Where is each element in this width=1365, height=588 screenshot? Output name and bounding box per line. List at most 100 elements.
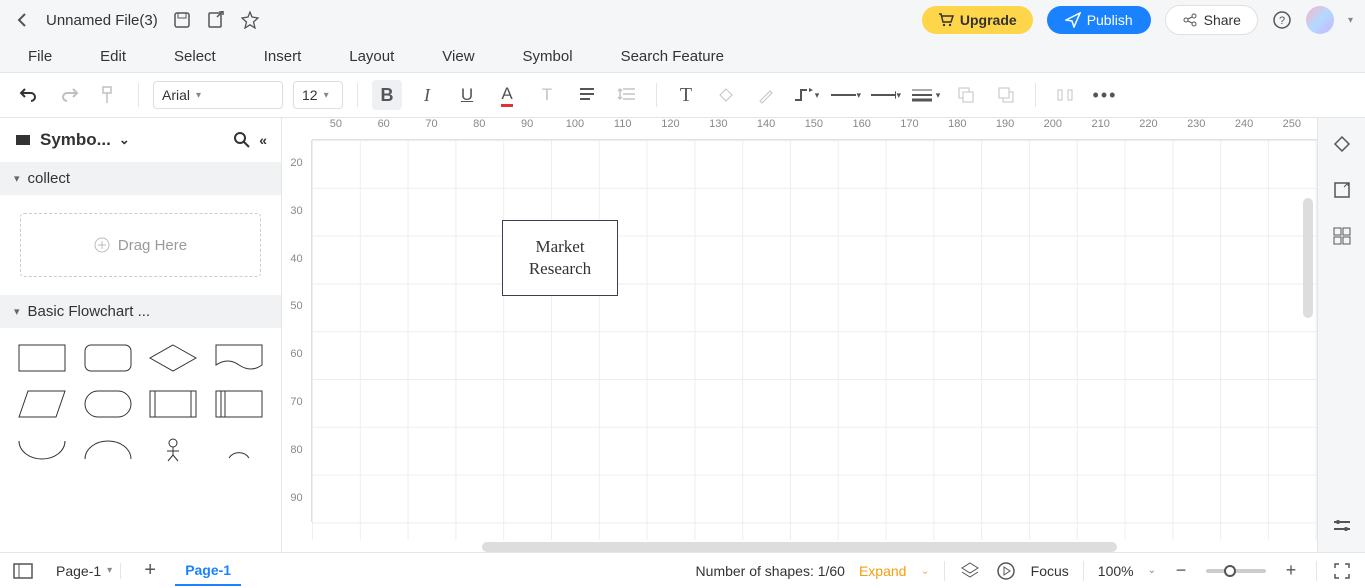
- horizontal-scrollbar[interactable]: [482, 542, 1117, 552]
- expand-caret-icon[interactable]: ⌄: [920, 564, 929, 577]
- shape-document[interactable]: [211, 340, 267, 376]
- connector-button[interactable]: ▾: [791, 80, 821, 110]
- sidebar-title: Symbo...: [40, 130, 111, 150]
- bold-button[interactable]: B: [372, 80, 402, 110]
- shape-parallelogram[interactable]: [14, 386, 70, 422]
- text-tool-button[interactable]: T: [671, 80, 701, 110]
- drag-here-zone[interactable]: Drag Here: [20, 213, 261, 277]
- user-avatar[interactable]: [1306, 6, 1334, 34]
- menu-layout[interactable]: Layout: [349, 48, 394, 65]
- menu-select[interactable]: Select: [174, 48, 216, 65]
- shape-ellipse-half[interactable]: [14, 432, 70, 468]
- canvas-shape-market-research[interactable]: Market Research: [502, 220, 618, 296]
- align-button[interactable]: [572, 80, 602, 110]
- canvas[interactable]: Market Research: [312, 140, 1317, 540]
- shape-rect[interactable]: [14, 340, 70, 376]
- distribute-button[interactable]: [1050, 80, 1080, 110]
- format-painter-button[interactable]: [94, 80, 124, 110]
- zoom-slider[interactable]: [1206, 569, 1266, 573]
- redo-button[interactable]: [54, 80, 84, 110]
- shape-rounded-rect[interactable]: [80, 340, 136, 376]
- shape-pill[interactable]: [80, 386, 136, 422]
- arrow-style-button[interactable]: ▾: [871, 80, 901, 110]
- ruler-tick: 220: [1125, 118, 1173, 139]
- undo-button[interactable]: [14, 80, 44, 110]
- chevron-down-icon: ▾: [107, 565, 112, 576]
- fill-panel-icon[interactable]: [1330, 132, 1354, 156]
- zoom-value[interactable]: 100%: [1098, 563, 1134, 579]
- vertical-scrollbar[interactable]: [1303, 198, 1313, 318]
- menu-file[interactable]: File: [28, 48, 52, 65]
- menu-search-feature[interactable]: Search Feature: [621, 48, 724, 65]
- plus-icon: [94, 237, 110, 253]
- ruler-tick: 140: [742, 118, 790, 139]
- grid-panel-icon[interactable]: [1330, 224, 1354, 248]
- pen-button[interactable]: [751, 80, 781, 110]
- ruler-tick: 250: [1268, 118, 1316, 139]
- chevron-down-icon: ▾: [14, 172, 20, 185]
- chevron-down-icon: ▾: [14, 305, 20, 318]
- layers-icon[interactable]: [959, 560, 981, 582]
- zoom-caret-icon[interactable]: ⌄: [1148, 565, 1156, 576]
- page-tab-1[interactable]: Page-1: [175, 556, 241, 586]
- export-panel-icon[interactable]: [1330, 178, 1354, 202]
- back-button[interactable]: [12, 10, 32, 30]
- front-button[interactable]: [951, 80, 981, 110]
- menu-insert[interactable]: Insert: [264, 48, 302, 65]
- font-color-button[interactable]: A: [492, 80, 522, 110]
- shape-predefined[interactable]: [146, 386, 202, 422]
- strikethrough-button[interactable]: T: [532, 80, 562, 110]
- help-icon[interactable]: ?: [1272, 10, 1292, 30]
- presentation-icon[interactable]: [995, 560, 1017, 582]
- expand-button[interactable]: Expand: [859, 563, 906, 579]
- search-icon[interactable]: [233, 131, 251, 149]
- publish-button[interactable]: Publish: [1047, 6, 1151, 34]
- vertical-ruler: 2030405060708090: [282, 140, 312, 522]
- ruler-tick: 80: [455, 118, 503, 139]
- star-icon[interactable]: [240, 10, 260, 30]
- pages-panel-icon[interactable]: [12, 560, 34, 582]
- ruler-tick: 50: [312, 118, 360, 139]
- zoom-out-button[interactable]: −: [1170, 560, 1192, 582]
- shape-circle-partial[interactable]: [211, 432, 267, 468]
- shape-ellipse-half2[interactable]: [80, 432, 136, 468]
- ruler-tick: 160: [838, 118, 886, 139]
- line-weight-button[interactable]: ▾: [911, 80, 941, 110]
- line-style-button[interactable]: ▾: [831, 80, 861, 110]
- ruler-tick: 40: [282, 236, 311, 284]
- back-button-z[interactable]: [991, 80, 1021, 110]
- more-button[interactable]: •••: [1090, 80, 1120, 110]
- line-spacing-button[interactable]: [612, 80, 642, 110]
- italic-button[interactable]: I: [412, 80, 442, 110]
- share-button[interactable]: Share: [1165, 5, 1258, 35]
- shape-actor[interactable]: [146, 432, 202, 468]
- settings-panel-icon[interactable]: [1330, 514, 1354, 538]
- zoom-in-button[interactable]: +: [1280, 560, 1302, 582]
- underline-button[interactable]: U: [452, 80, 482, 110]
- shape-diamond[interactable]: [146, 340, 202, 376]
- avatar-caret-icon[interactable]: ▾: [1348, 15, 1353, 26]
- share-label: Share: [1204, 12, 1241, 28]
- fill-button[interactable]: [711, 80, 741, 110]
- ruler-tick: 240: [1220, 118, 1268, 139]
- upgrade-button[interactable]: Upgrade: [922, 6, 1033, 34]
- menu-view[interactable]: View: [442, 48, 474, 65]
- page-select[interactable]: Page-1 ▾: [48, 563, 121, 579]
- focus-label[interactable]: Focus: [1031, 563, 1069, 579]
- save-icon[interactable]: [172, 10, 192, 30]
- menu-edit[interactable]: Edit: [100, 48, 126, 65]
- library-icon: [14, 131, 32, 149]
- file-title[interactable]: Unnamed File(3): [46, 12, 158, 29]
- sidebar-collapse-icon[interactable]: ⌄: [119, 132, 130, 148]
- panel-basic-flowchart[interactable]: ▾ Basic Flowchart ...: [0, 295, 281, 328]
- menu-symbol[interactable]: Symbol: [523, 48, 573, 65]
- panel-collect[interactable]: ▾ collect: [0, 162, 281, 195]
- shape-stored-data[interactable]: [211, 386, 267, 422]
- fontsize-select[interactable]: 12▾: [293, 81, 343, 109]
- export-icon[interactable]: [206, 10, 226, 30]
- font-select[interactable]: Arial▾: [153, 81, 283, 109]
- ruler-tick: 170: [886, 118, 934, 139]
- add-page-button[interactable]: +: [139, 560, 161, 582]
- fullscreen-icon[interactable]: [1331, 560, 1353, 582]
- collapse-sidebar-icon[interactable]: «: [259, 132, 267, 148]
